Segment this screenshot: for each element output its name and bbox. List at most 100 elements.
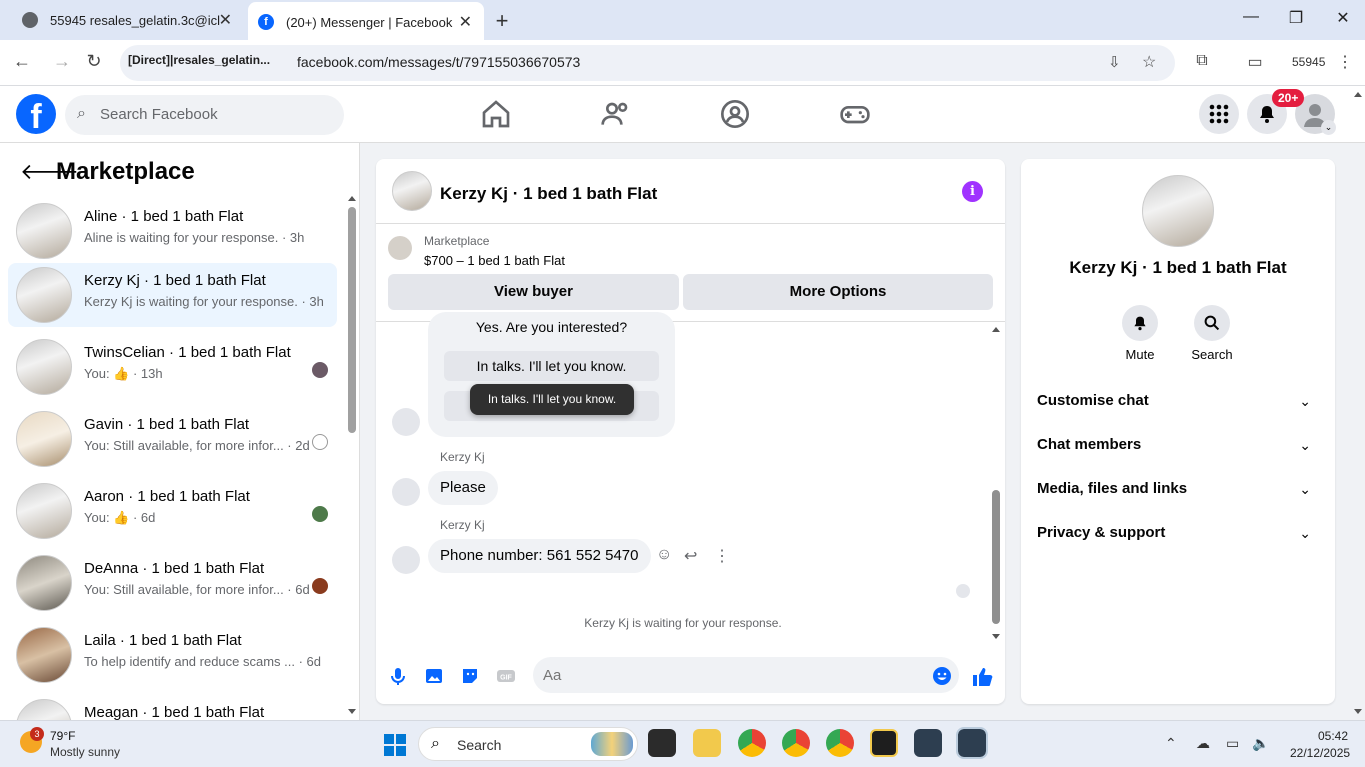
browser-tab-active[interactable]: f (20+) Messenger | Facebook ✕ xyxy=(248,2,484,42)
weather-desc[interactable]: Mostly sunny xyxy=(50,745,120,759)
section-privacy-support[interactable]: Privacy & support ⌄ xyxy=(1037,511,1319,555)
conversation-item-selected[interactable]: Kerzy Kj · 1 bed 1 bath Flat Kerzy Kj is… xyxy=(8,263,337,327)
details-avatar xyxy=(1142,175,1214,247)
conversation-name: Laila · 1 bed 1 bath Flat xyxy=(84,632,242,649)
conversation-item[interactable]: Meagan · 1 bed 1 bath Flat xyxy=(8,695,337,720)
photo-icon[interactable] xyxy=(424,666,444,686)
more-actions-icon[interactable]: ⋮ xyxy=(714,546,730,566)
emoji-icon[interactable] xyxy=(932,666,952,686)
browser-tab-bar: 55945 resales_gelatin.3c@iclou ✕ f (20+)… xyxy=(0,0,1365,42)
thumbs-up-icon[interactable] xyxy=(972,666,994,688)
close-tab-icon[interactable]: ✕ xyxy=(219,10,232,30)
menu-grid-icon[interactable] xyxy=(1199,94,1239,134)
section-chat-members[interactable]: Chat members ⌄ xyxy=(1037,423,1319,467)
conversation-item[interactable]: Laila · 1 bed 1 bath Flat To help identi… xyxy=(8,623,337,687)
reply-icon[interactable]: ↩ xyxy=(684,546,697,566)
network-icon[interactable]: ▭ xyxy=(1226,735,1239,752)
message-bubble[interactable]: Please xyxy=(428,471,498,505)
close-window-icon[interactable]: ✕ xyxy=(1328,8,1358,28)
view-buyer-button[interactable]: View buyer xyxy=(388,274,679,310)
conversation-item[interactable]: DeAnna · 1 bed 1 bath Flat You: Still av… xyxy=(8,551,337,615)
quick-reply-button[interactable]: In talks. I'll let you know. xyxy=(444,351,659,381)
message-input[interactable] xyxy=(533,657,959,693)
browser-tab[interactable]: 55945 resales_gelatin.3c@iclou ✕ xyxy=(8,0,244,40)
bookmark-star-icon[interactable]: ☆ xyxy=(1142,52,1156,72)
address-bar[interactable]: [Direct]|resales_gelatin... facebook.com… xyxy=(120,45,1175,81)
mute-button[interactable]: Mute xyxy=(1110,305,1170,362)
chrome-icon[interactable] xyxy=(738,729,766,757)
search-conversation-button[interactable]: Search xyxy=(1182,305,1242,362)
chrome-profile-icon[interactable] xyxy=(826,729,854,757)
conversation-item[interactable]: Aline · 1 bed 1 bath Flat Aline is waiti… xyxy=(8,199,337,263)
system-clock[interactable]: 05:42 22/12/2025 xyxy=(1290,729,1350,760)
new-tab-icon[interactable]: + xyxy=(492,8,512,34)
app-icon[interactable] xyxy=(870,729,898,757)
windows-start-icon[interactable] xyxy=(384,734,406,756)
react-emoji-icon[interactable]: ☺ xyxy=(656,546,672,564)
app-icon-active[interactable] xyxy=(956,727,988,759)
task-view-icon[interactable] xyxy=(648,729,676,757)
tab-search-icon[interactable]: ▭ xyxy=(1243,52,1267,72)
app-icon[interactable] xyxy=(914,729,942,757)
back-icon[interactable]: ← xyxy=(10,51,34,72)
svg-text:GIF: GIF xyxy=(500,675,512,682)
conversation-item[interactable]: Gavin · 1 bed 1 bath Flat You: Still ava… xyxy=(8,407,337,471)
url-text[interactable]: facebook.com/messages/t/797155036670573 xyxy=(297,54,580,70)
extensions-icon[interactable]: ⧉ xyxy=(1190,52,1214,70)
facebook-favicon-icon: f xyxy=(258,14,274,30)
gaming-icon[interactable] xyxy=(839,98,871,130)
tray-overflow-icon[interactable]: ⌃ xyxy=(1165,735,1177,752)
onedrive-icon[interactable]: ☁ xyxy=(1196,735,1210,752)
info-icon[interactable]: i xyxy=(962,181,983,202)
chat-header: Kerzy Kj · 1 bed 1 bath Flat i xyxy=(376,159,1005,224)
friends-icon[interactable] xyxy=(600,98,632,130)
account-chevron-icon[interactable]: ⌄ xyxy=(1321,120,1336,135)
quick-reply-button[interactable]: Yes. Are you interested? xyxy=(444,312,659,342)
conversation-item[interactable]: Aaron · 1 bed 1 bath Flat You: 👍 · 6d xyxy=(8,479,337,543)
taskbar-search[interactable]: ⌕ Search xyxy=(418,727,638,761)
browser-toolbar: ← → ↻ [Direct]|resales_gelatin... facebo… xyxy=(0,40,1365,86)
section-media-files-links[interactable]: Media, files and links ⌄ xyxy=(1037,467,1319,511)
search-placeholder: Search Facebook xyxy=(100,106,218,123)
chat-title[interactable]: Kerzy Kj · 1 bed 1 bath Flat xyxy=(440,184,657,204)
site-info-chip[interactable]: [Direct]|resales_gelatin... xyxy=(128,53,270,67)
conversation-scrollbar[interactable] xyxy=(347,193,357,718)
forward-icon[interactable]: → xyxy=(50,51,74,72)
chrome-profile-icon[interactable] xyxy=(782,729,810,757)
close-tab-icon[interactable]: ✕ xyxy=(459,12,472,32)
details-name: Kerzy Kj · 1 bed 1 bath Flat xyxy=(1069,258,1287,277)
tab-title: 55945 resales_gelatin.3c@iclou xyxy=(50,12,220,28)
chevron-down-icon: ⌄ xyxy=(1299,481,1311,497)
section-customise-chat[interactable]: Customise chat ⌄ xyxy=(1037,379,1319,423)
conversation-name: Gavin · 1 bed 1 bath Flat xyxy=(84,416,250,433)
page-scrollbar[interactable] xyxy=(1352,88,1364,720)
conversation-preview: Aline is waiting for your response. · 3h xyxy=(84,230,305,245)
facebook-logo-icon[interactable]: f xyxy=(16,94,56,134)
gif-icon[interactable]: GIF xyxy=(496,666,516,686)
chat-avatar[interactable] xyxy=(392,171,432,211)
file-explorer-icon[interactable] xyxy=(693,729,721,757)
sticker-icon[interactable] xyxy=(460,666,480,686)
listing-title[interactable]: $700 – 1 bed 1 bath Flat xyxy=(424,253,565,268)
quick-replies-card: Yes. Are you interested? In talks. I'll … xyxy=(428,312,675,437)
maximize-icon[interactable]: ❐ xyxy=(1281,8,1311,28)
groups-icon[interactable] xyxy=(719,98,751,130)
seen-avatar xyxy=(956,584,970,598)
install-app-icon[interactable]: ⇩ xyxy=(1108,53,1121,71)
minimize-icon[interactable]: — xyxy=(1236,8,1266,26)
conversation-name: Aaron · 1 bed 1 bath Flat xyxy=(84,488,250,505)
listing-avatar xyxy=(16,267,72,323)
message-bubble[interactable]: Phone number: 561 552 5470 xyxy=(428,539,651,573)
menu-icon[interactable]: ⋮ xyxy=(1333,52,1357,72)
facebook-search[interactable]: ⌕ Search Facebook xyxy=(65,95,344,135)
profile-label[interactable]: 55945 xyxy=(1292,55,1325,69)
volume-icon[interactable]: 🔈 xyxy=(1252,735,1269,752)
more-options-button[interactable]: More Options xyxy=(683,274,993,310)
chat-scrollbar[interactable] xyxy=(990,324,1002,644)
microphone-icon[interactable] xyxy=(388,666,408,686)
home-icon[interactable] xyxy=(480,98,512,130)
reload-icon[interactable]: ↻ xyxy=(82,51,106,72)
weather-temp[interactable]: 79°F xyxy=(50,729,75,743)
conversation-item[interactable]: TwinsCelian · 1 bed 1 bath Flat You: 👍 ·… xyxy=(8,335,337,399)
chat-panel: Kerzy Kj · 1 bed 1 bath Flat i Marketpla… xyxy=(376,159,1005,704)
